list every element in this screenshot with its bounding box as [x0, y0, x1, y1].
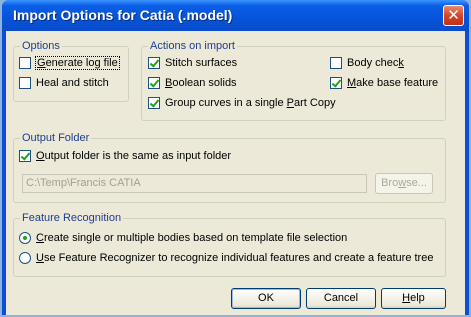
generate-log-label: Generate log file	[35, 56, 120, 70]
make-base-box[interactable]	[330, 77, 342, 89]
stitch-surfaces-box[interactable]	[148, 57, 160, 69]
actions-legend: Actions on import	[148, 40, 237, 52]
heal-stitch-checkbox[interactable]: Heal and stitch	[19, 77, 109, 89]
close-icon: ✕	[447, 6, 460, 24]
same-folder-label: Output folder is the same as input folde…	[36, 150, 232, 162]
create-bodies-radio-dot[interactable]	[19, 232, 31, 244]
dialog-body: Options Generate log file Heal and stitc…	[6, 31, 465, 315]
boolean-solids-box[interactable]	[148, 77, 160, 89]
output-folder-group: Output Folder Output folder is the same …	[13, 132, 446, 203]
same-folder-box[interactable]	[19, 150, 31, 162]
actions-group: Actions on import Stitch surfaces Boolea…	[141, 40, 446, 121]
feature-recognition-legend: Feature Recognition	[20, 212, 124, 224]
body-check-label: Body check	[347, 57, 404, 69]
options-group: Options Generate log file Heal and stitc…	[13, 40, 129, 102]
make-base-checkbox[interactable]: Make base feature	[330, 77, 438, 89]
heal-stitch-label: Heal and stitch	[36, 77, 109, 89]
output-folder-legend: Output Folder	[20, 132, 92, 144]
help-button[interactable]: Help	[381, 288, 446, 309]
cancel-button[interactable]: Cancel	[306, 288, 376, 309]
ok-button[interactable]: OK	[231, 288, 301, 309]
browse-button: Browse...	[375, 173, 433, 194]
group-curves-label: Group curves in a single Part Copy	[165, 97, 336, 109]
stitch-surfaces-label: Stitch surfaces	[165, 57, 238, 69]
body-check-checkbox[interactable]: Body check	[330, 57, 404, 69]
dialog-title: Import Options for Catia (.model)	[13, 7, 233, 23]
close-button[interactable]: ✕	[443, 5, 464, 26]
make-base-label: Make base feature	[347, 77, 439, 89]
same-folder-checkbox[interactable]: Output folder is the same as input folde…	[19, 150, 231, 162]
output-path-input: C:\Temp\Francis CATIA	[22, 174, 367, 193]
boolean-solids-checkbox[interactable]: Boolean solids	[148, 77, 237, 89]
title-bar[interactable]: Import Options for Catia (.model) ✕	[2, 0, 469, 31]
feature-recognition-group: Feature Recognition Create single or mul…	[13, 212, 446, 277]
group-curves-box[interactable]	[148, 97, 160, 109]
use-recognizer-radio[interactable]: Use Feature Recognizer to recognize indi…	[19, 252, 433, 264]
use-recognizer-label: Use Feature Recognizer to recognize indi…	[36, 252, 434, 264]
create-bodies-radio[interactable]: Create single or multiple bodies based o…	[19, 232, 347, 244]
options-legend: Options	[20, 40, 62, 52]
generate-log-checkbox[interactable]: Generate log file	[19, 56, 120, 70]
create-bodies-label: Create single or multiple bodies based o…	[36, 232, 348, 244]
use-recognizer-radio-dot[interactable]	[19, 252, 31, 264]
stitch-surfaces-checkbox[interactable]: Stitch surfaces	[148, 57, 237, 69]
group-curves-checkbox[interactable]: Group curves in a single Part Copy	[148, 97, 336, 109]
heal-stitch-box[interactable]	[19, 77, 31, 89]
body-check-box[interactable]	[330, 57, 342, 69]
boolean-solids-label: Boolean solids	[165, 77, 237, 89]
generate-log-box[interactable]	[19, 57, 31, 69]
dialog-window: Import Options for Catia (.model) ✕ Opti…	[2, 0, 469, 315]
